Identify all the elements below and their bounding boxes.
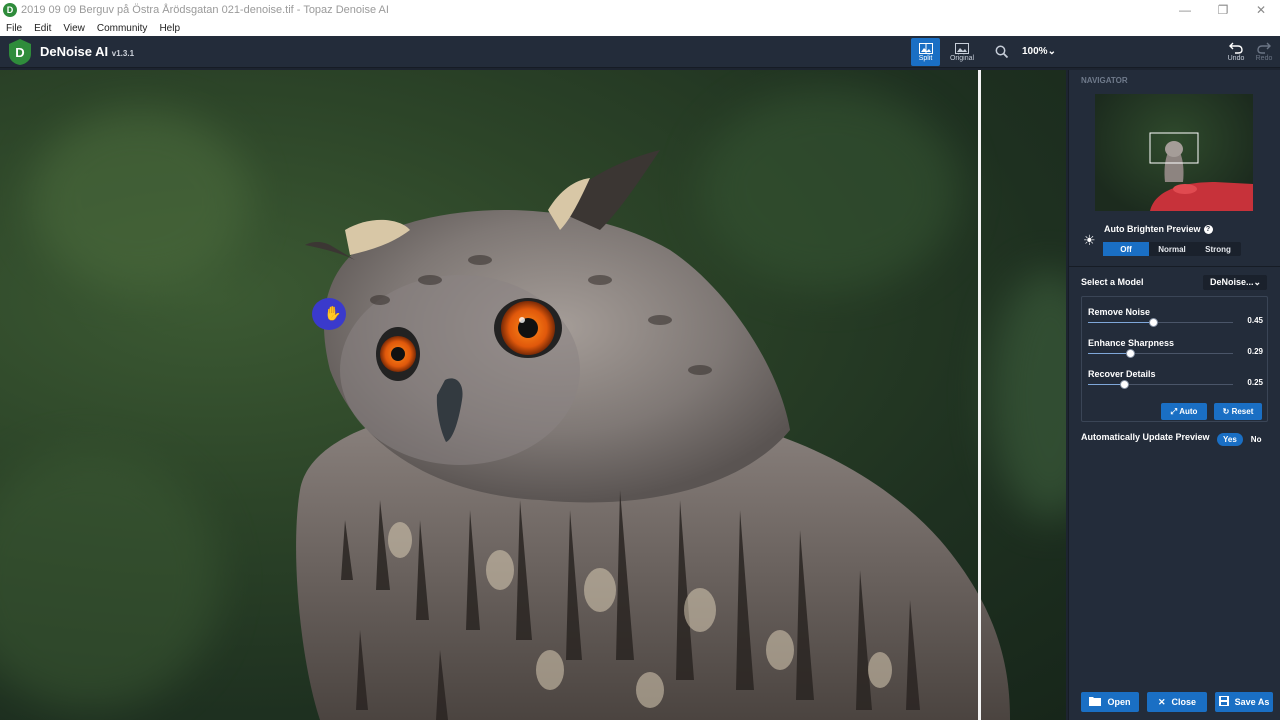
select-model-label: Select a Model — [1081, 277, 1144, 287]
divider — [1069, 266, 1280, 267]
app-name-text: DeNoise AI — [40, 44, 109, 59]
menu-edit[interactable]: Edit — [28, 23, 57, 34]
menu-file[interactable]: File — [0, 23, 28, 34]
split-view-button[interactable]: Split — [911, 38, 940, 66]
owl-image — [296, 150, 1010, 720]
app-toolbar: D DeNoise AI v1.3.1 Split Original 100%⌄… — [0, 36, 1280, 68]
slider-thumb[interactable] — [1149, 318, 1159, 327]
right-panel: NAVIGATOR ☀ Auto Brighten Preview? Off N… — [1068, 70, 1280, 720]
split-label: Split — [918, 54, 933, 62]
redo-label: Redo — [1255, 55, 1273, 62]
close-icon: ✕ — [1157, 696, 1166, 707]
menu-bar: File Edit View Community Help — [0, 20, 1280, 36]
help-icon[interactable]: ? — [1203, 225, 1213, 235]
window-titlebar: D 2019 09 09 Berguv på Östra Årödsgatan … — [0, 0, 1280, 20]
model-value: DeNoise... — [1210, 277, 1254, 287]
close-label: Close — [1171, 697, 1197, 707]
enhance-sharpness-label: Enhance Sharpness — [1088, 338, 1175, 348]
recover-details-slider[interactable]: Recover Details 0.25 — [1088, 369, 1263, 389]
app-version: v1.3.1 — [111, 49, 135, 58]
reset-icon: ↻ — [1222, 407, 1230, 416]
original-view-button[interactable]: Original — [946, 38, 978, 66]
auto-brighten-title: Auto Brighten Preview — [1104, 224, 1201, 234]
save-as-label: Save As — [1234, 697, 1270, 707]
open-button[interactable]: Open — [1081, 692, 1139, 712]
hand-cursor-icon: ✋ — [312, 298, 346, 330]
undo-icon — [1229, 42, 1243, 54]
reset-button[interactable]: ↻ Reset — [1214, 403, 1262, 420]
auto-label: Auto — [1179, 407, 1198, 416]
auto-brighten-heading: Auto Brighten Preview? — [1104, 224, 1213, 235]
slider-fill — [1088, 384, 1125, 385]
window-title: 2019 09 09 Berguv på Östra Årödsgatan 02… — [21, 4, 389, 16]
remove-noise-label: Remove Noise — [1088, 307, 1151, 317]
undo-button[interactable]: Undo — [1224, 38, 1248, 66]
slider-thumb[interactable] — [1126, 349, 1136, 358]
reset-label: Reset — [1231, 407, 1254, 416]
brighten-off-option[interactable]: Off — [1103, 242, 1149, 256]
recover-details-value: 0.25 — [1247, 378, 1263, 387]
close-button[interactable]: ✕ Close — [1147, 692, 1207, 712]
menu-community[interactable]: Community — [91, 23, 154, 34]
slider-fill — [1088, 353, 1131, 354]
close-window-button[interactable]: ✕ — [1242, 3, 1280, 17]
save-icon — [1218, 696, 1229, 708]
navigator-image — [1149, 132, 1253, 211]
original-view-icon — [955, 42, 969, 54]
save-as-button[interactable]: Save As — [1215, 692, 1273, 712]
undo-label: Undo — [1227, 55, 1245, 62]
slider-group: Remove Noise 0.45 Enhance Sharpness 0.29… — [1081, 296, 1268, 422]
redo-button[interactable]: Redo — [1252, 38, 1276, 66]
auto-brighten-toggle: Off Normal Strong — [1103, 242, 1241, 256]
folder-icon — [1089, 696, 1102, 708]
brighten-strong-option[interactable]: Strong — [1195, 242, 1241, 256]
recover-details-label: Recover Details — [1088, 369, 1156, 379]
app-name: DeNoise AI v1.3.1 — [40, 44, 134, 59]
redo-icon — [1257, 42, 1271, 54]
app-icon: D — [3, 3, 17, 17]
remove-noise-value: 0.45 — [1247, 316, 1263, 325]
zoom-icon[interactable] — [995, 45, 1009, 59]
zoom-dropdown[interactable]: 100%⌄ — [1022, 46, 1056, 57]
auto-button[interactable]: ⤢ Auto — [1161, 403, 1207, 420]
auto-update-no[interactable]: No — [1251, 435, 1262, 444]
denoise-logo-icon: D — [9, 39, 31, 65]
original-label: Original — [949, 54, 975, 62]
brighten-normal-option[interactable]: Normal — [1149, 242, 1195, 256]
image-preview[interactable]: ✋ — [0, 70, 1066, 720]
menu-help[interactable]: Help — [153, 23, 186, 34]
enhance-sharpness-value: 0.29 — [1247, 347, 1263, 356]
zoom-value: 100% — [1022, 46, 1048, 57]
chevron-down-icon: ⌄ — [1253, 277, 1262, 287]
open-label: Open — [1107, 697, 1131, 707]
split-view-icon — [918, 42, 933, 54]
minimize-button[interactable]: — — [1166, 3, 1204, 17]
model-dropdown[interactable]: DeNoise...⌄ — [1203, 275, 1267, 290]
enhance-sharpness-slider[interactable]: Enhance Sharpness 0.29 — [1088, 338, 1263, 358]
slider-fill — [1088, 322, 1154, 323]
remove-noise-slider[interactable]: Remove Noise 0.45 — [1088, 307, 1263, 327]
auto-update-toggle[interactable]: Yes No — [1217, 433, 1261, 446]
menu-view[interactable]: View — [57, 23, 91, 34]
navigator-label: NAVIGATOR — [1081, 76, 1128, 85]
sun-icon: ☀ — [1083, 232, 1096, 248]
chevron-down-icon: ⌄ — [1047, 46, 1056, 57]
wand-icon: ⤢ — [1170, 406, 1177, 416]
navigator-thumbnail[interactable] — [1095, 94, 1253, 211]
auto-update-label: Automatically Update Preview — [1081, 432, 1210, 442]
slider-thumb[interactable] — [1120, 380, 1130, 389]
split-divider-handle[interactable] — [978, 70, 981, 720]
svg-text:D: D — [15, 45, 24, 60]
auto-update-yes[interactable]: Yes — [1217, 433, 1243, 446]
maximize-button[interactable]: ❐ — [1204, 3, 1242, 17]
